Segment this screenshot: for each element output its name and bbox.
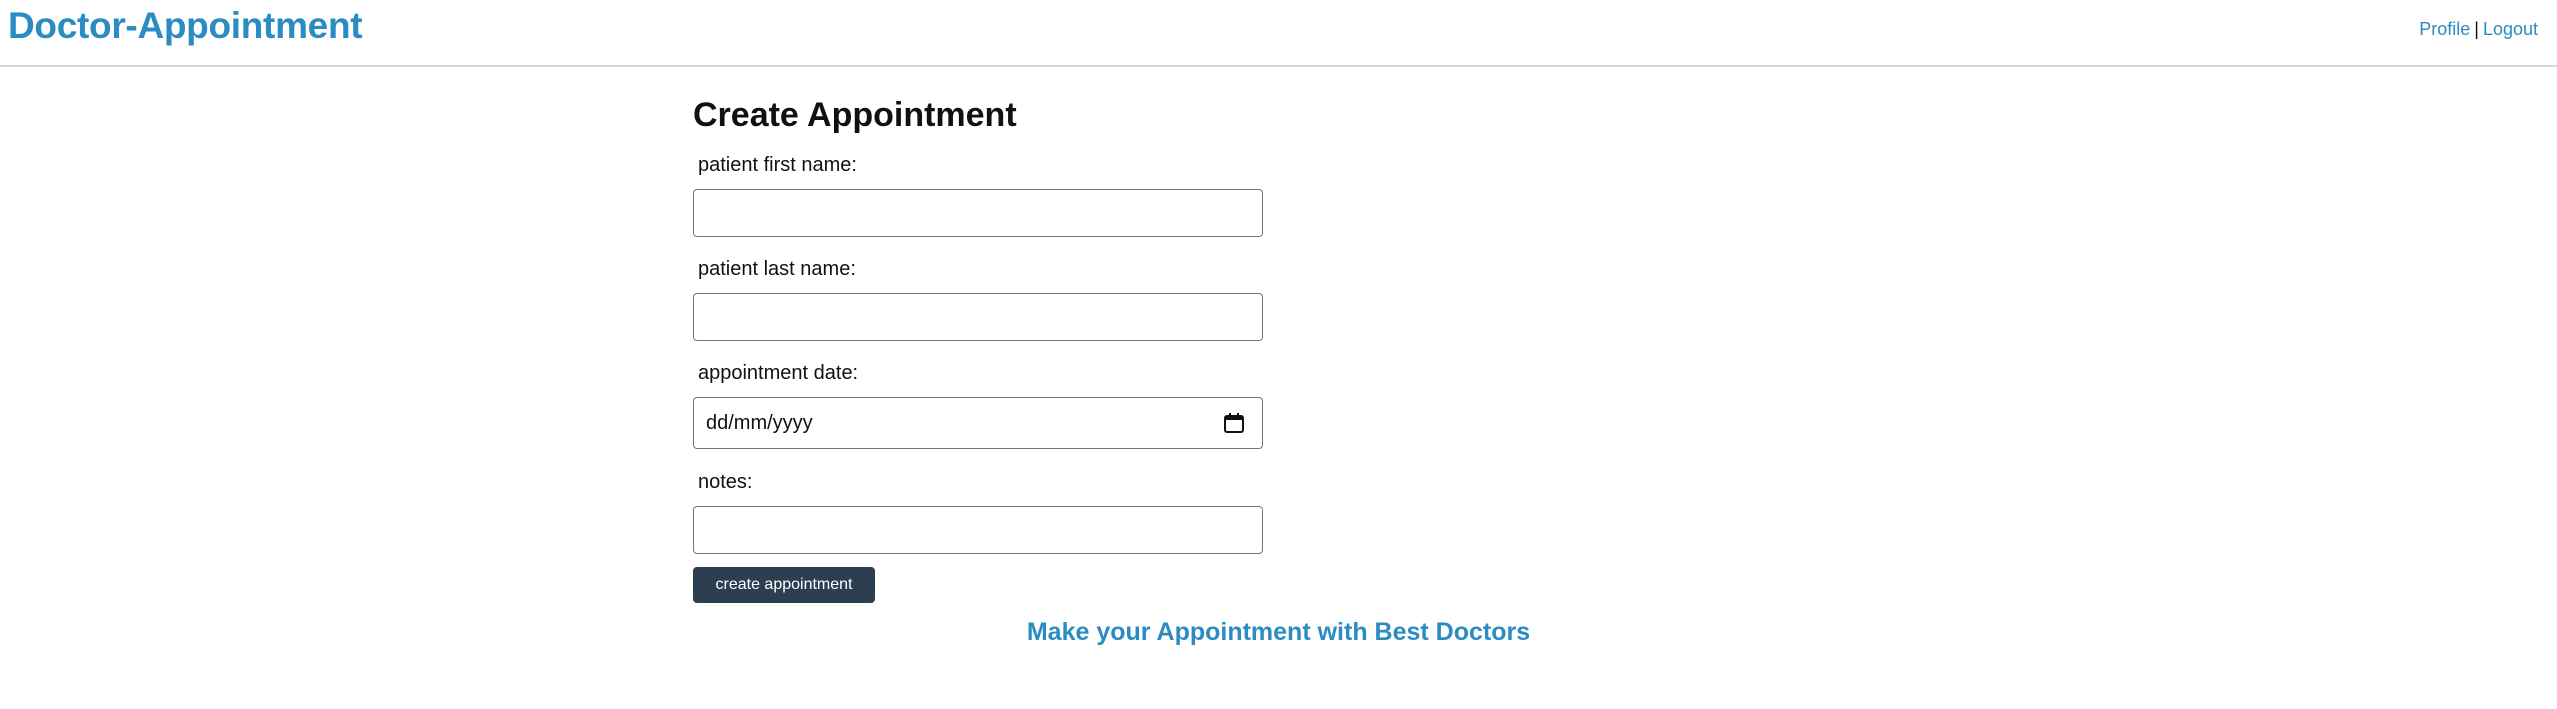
appointment-date-input[interactable]: dd/mm/yyyy [693, 397, 1263, 449]
page-title: Create Appointment [693, 96, 1017, 134]
notes-input[interactable] [693, 506, 1263, 554]
date-placeholder: dd/mm/yyyy [706, 411, 813, 434]
last-name-input[interactable] [693, 293, 1263, 341]
appointment-date-label: appointment date: [698, 362, 859, 384]
logout-link[interactable]: Logout [2483, 19, 2538, 39]
first-name-label: patient first name: [698, 154, 857, 176]
top-navbar: Doctor-Appointment Profile | Logout [0, 0, 2557, 67]
first-name-input[interactable] [693, 189, 1263, 237]
create-appointment-button[interactable]: create appointment [693, 567, 875, 603]
nav-links: Profile | Logout [2419, 19, 2538, 40]
notes-label: notes: [698, 471, 753, 493]
calendar-icon[interactable] [1222, 411, 1246, 435]
last-name-label: patient last name: [698, 258, 856, 280]
brand-logo-link[interactable]: Doctor-Appointment [8, 5, 363, 47]
profile-link[interactable]: Profile [2419, 19, 2470, 39]
footer-tagline: Make your Appointment with Best Doctors [1026, 618, 1531, 646]
create-appointment-form: Create Appointment patient first name: p… [693, 92, 1593, 603]
nav-separator: | [2474, 19, 2479, 39]
